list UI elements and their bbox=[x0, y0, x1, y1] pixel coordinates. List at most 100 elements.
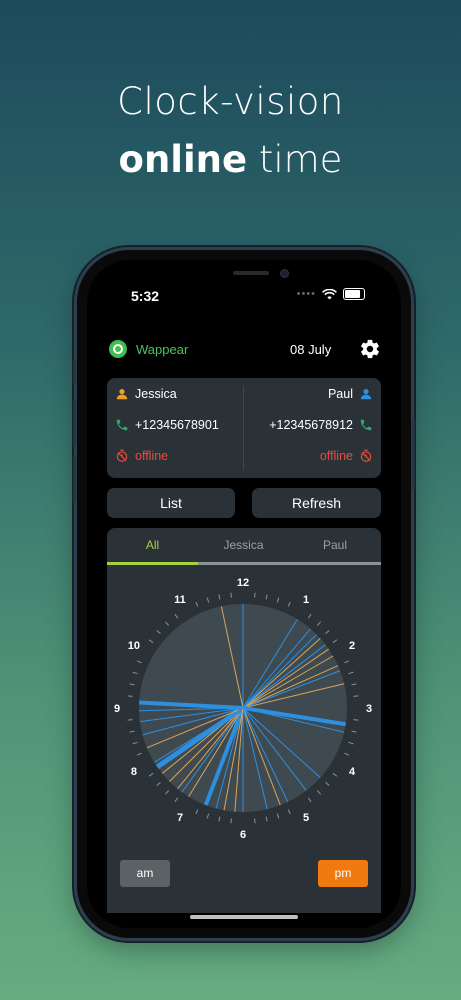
clock-tick bbox=[353, 719, 359, 721]
clock-tick bbox=[174, 613, 179, 619]
app-header: Wappear 08 July bbox=[109, 338, 381, 362]
clock-tick bbox=[156, 630, 161, 635]
tab-all[interactable]: All bbox=[107, 528, 198, 562]
clock-tick bbox=[287, 601, 291, 607]
battery-icon bbox=[343, 288, 365, 300]
clock-number: 11 bbox=[174, 594, 186, 606]
am-button[interactable]: am bbox=[120, 860, 170, 887]
clock-number: 10 bbox=[128, 640, 140, 652]
clock-tick bbox=[348, 741, 354, 745]
clock-tick bbox=[254, 818, 256, 824]
clock-tick bbox=[129, 730, 135, 733]
person-icon bbox=[360, 389, 372, 400]
clock-tick bbox=[148, 772, 154, 777]
contact-paul-phone-row: +12345678912 bbox=[269, 418, 373, 432]
clock-tick bbox=[276, 813, 280, 819]
clock-tick bbox=[316, 621, 321, 626]
volume-up-button bbox=[73, 400, 76, 446]
clock-number: 4 bbox=[349, 766, 356, 778]
contact-paul-status-row: offline bbox=[320, 449, 373, 463]
mute-switch bbox=[73, 360, 76, 384]
clock-tick bbox=[127, 695, 133, 697]
clock-tick bbox=[136, 752, 142, 756]
list-button[interactable]: List bbox=[107, 488, 235, 518]
gear-icon[interactable] bbox=[359, 338, 381, 360]
clock-tick bbox=[351, 683, 357, 686]
clock-tick bbox=[206, 813, 210, 819]
tab-active-indicator bbox=[107, 562, 198, 565]
clock-tick bbox=[332, 639, 338, 644]
contact-paul-name: Paul bbox=[327, 387, 353, 401]
power-button bbox=[412, 420, 415, 490]
clock-tick bbox=[325, 781, 330, 786]
clock-tick bbox=[132, 741, 138, 745]
tab-paul[interactable]: Paul bbox=[289, 528, 381, 562]
clock-tick bbox=[287, 809, 291, 815]
clock-tick bbox=[195, 601, 199, 607]
contact-jessica-phone-row: +12345678901 bbox=[115, 418, 219, 432]
clock-number: 9 bbox=[114, 703, 120, 715]
headline-line-2: online time bbox=[0, 138, 461, 181]
clock-tick bbox=[165, 790, 170, 795]
app-name: Wappear bbox=[136, 342, 189, 357]
tab-jessica[interactable]: Jessica bbox=[198, 528, 289, 562]
contact-paul-name-row[interactable]: Paul bbox=[328, 387, 373, 401]
clock-number: 2 bbox=[349, 640, 355, 652]
clock-tick bbox=[348, 671, 354, 675]
contact-paul-phone: +12345678912 bbox=[269, 418, 353, 432]
clock-tick bbox=[332, 772, 338, 777]
clock-tick bbox=[307, 613, 312, 619]
signal-dots: •••• bbox=[296, 288, 316, 300]
contact-jessica-status-row: offline bbox=[115, 449, 168, 463]
clock-tick bbox=[127, 719, 133, 721]
headline-rest: time bbox=[247, 138, 343, 181]
headline-line-1: Clock-vision bbox=[117, 80, 344, 123]
tab-bar: All Jessica Paul bbox=[107, 528, 381, 565]
clock-tick bbox=[344, 752, 350, 756]
clock-tick bbox=[132, 671, 138, 675]
clock-tick bbox=[206, 597, 210, 603]
contacts-card: Jessica +12345678901 offline Paul +12345… bbox=[107, 378, 381, 478]
status-time: 5:32 bbox=[131, 288, 160, 304]
clock-panel: All Jessica Paul 12 1 2 3 4 5 6 7 8 9 10 11 am pm bbox=[107, 528, 381, 913]
clock-tick bbox=[344, 660, 350, 664]
refresh-button[interactable]: Refresh bbox=[252, 488, 381, 518]
contact-jessica-name: Jessica bbox=[135, 387, 177, 401]
contact-paul-status: offline bbox=[319, 449, 353, 463]
contact-jessica-status: offline bbox=[135, 449, 169, 463]
clock-tick bbox=[254, 592, 256, 598]
front-camera bbox=[280, 269, 289, 278]
clock-tick bbox=[353, 695, 359, 697]
phone-icon bbox=[360, 419, 372, 431]
clock-tick bbox=[265, 816, 268, 822]
person-icon bbox=[116, 389, 128, 400]
clock-number: 6 bbox=[240, 829, 246, 838]
home-indicator bbox=[190, 915, 298, 919]
clock-number: 8 bbox=[131, 766, 137, 778]
speaker-grille bbox=[233, 271, 269, 275]
clock-tick bbox=[351, 730, 357, 733]
clock-tick bbox=[218, 816, 221, 822]
clock-tick bbox=[307, 797, 312, 803]
clock-tick bbox=[265, 594, 268, 600]
clock-tick bbox=[148, 639, 154, 644]
contacts-divider bbox=[243, 386, 244, 470]
contact-jessica-phone: +12345678901 bbox=[135, 418, 219, 432]
clock-tick bbox=[195, 809, 199, 815]
status-icons: •••• bbox=[297, 288, 365, 300]
clock-tick bbox=[276, 597, 280, 603]
phone-screen: 5:32 •••• Wappear 08 July Jessica +12345… bbox=[87, 260, 401, 928]
phone-icon bbox=[116, 419, 128, 431]
contact-jessica-name-row[interactable]: Jessica bbox=[115, 387, 177, 401]
pm-button[interactable]: pm bbox=[318, 860, 368, 887]
timer-off-icon bbox=[116, 449, 128, 462]
clock-tick bbox=[218, 594, 221, 600]
clock-number: 1 bbox=[303, 594, 309, 606]
date-label: 08 July bbox=[290, 342, 332, 357]
clock-tick bbox=[156, 781, 161, 786]
clock-chart: 121234567891011 bbox=[114, 577, 372, 838]
wifi-icon bbox=[322, 288, 337, 299]
clock-tick bbox=[136, 660, 142, 664]
clock-tick bbox=[230, 592, 232, 598]
clock-tick bbox=[230, 818, 232, 824]
